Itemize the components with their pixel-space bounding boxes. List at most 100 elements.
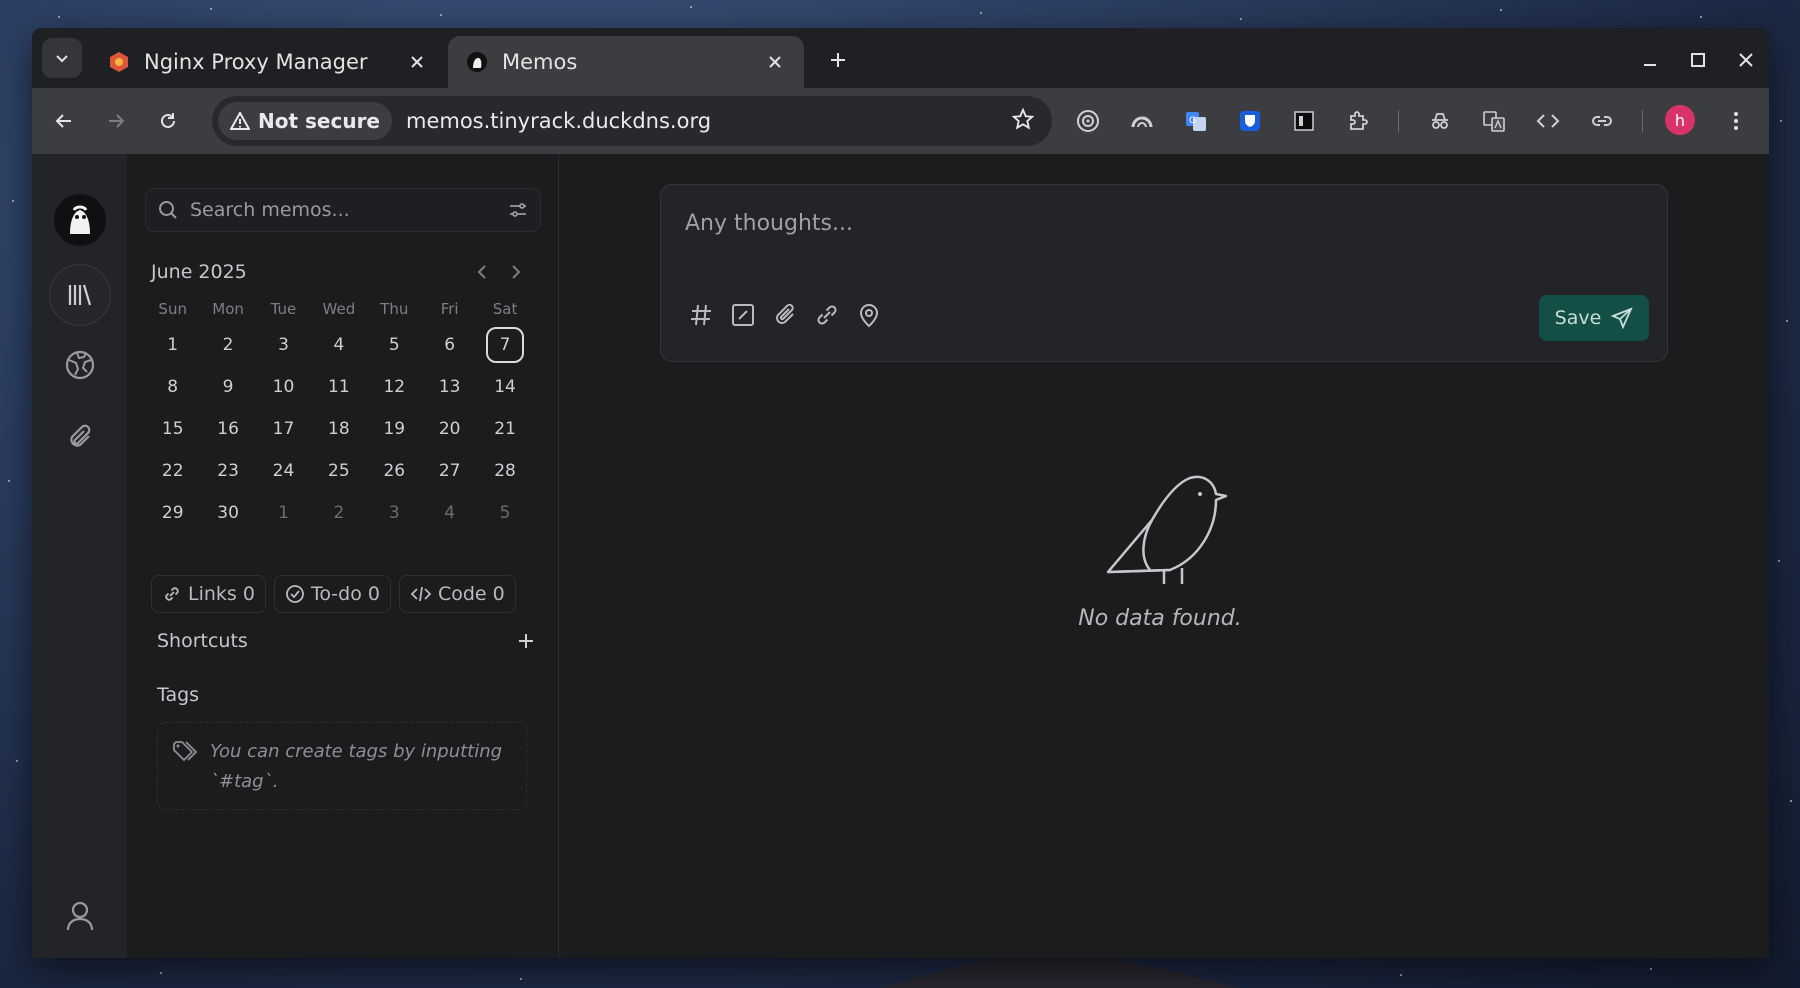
filter-settings-icon[interactable] — [508, 200, 528, 220]
save-button[interactable]: Save — [1539, 295, 1649, 341]
close-tab-icon[interactable] — [764, 51, 786, 73]
extension-arc-icon[interactable] — [1124, 103, 1160, 139]
user-menu-button[interactable] — [58, 894, 102, 938]
calendar-day[interactable]: 28 — [477, 450, 532, 492]
back-button[interactable] — [44, 101, 84, 141]
tags-empty-text: You can create tags by inputting `#tag`. — [210, 741, 503, 792]
bird-illustration-icon — [1106, 475, 1228, 584]
tags-title: Tags — [157, 684, 200, 706]
prev-month-button[interactable] — [465, 258, 499, 286]
calendar-week: 8 9 10 11 12 13 14 — [145, 366, 533, 408]
profile-avatar[interactable]: h — [1665, 105, 1695, 135]
memo-input[interactable] — [685, 211, 1635, 271]
nginx-proxy-manager-icon — [108, 51, 130, 73]
incognito-icon[interactable] — [1422, 103, 1458, 139]
code-view-icon[interactable] — [1530, 103, 1566, 139]
weekday-label: Mon — [212, 300, 244, 318]
link-icon[interactable] — [1584, 103, 1620, 139]
tab-search-button[interactable] — [42, 38, 82, 78]
todo-stat-button[interactable]: To-do 0 — [273, 575, 391, 613]
calendar-day[interactable]: 15 — [145, 408, 200, 450]
calendar-week: 29 30 1 2 3 4 5 — [145, 492, 533, 534]
extension-panel-icon[interactable] — [1286, 103, 1322, 139]
close-tab-icon[interactable] — [406, 51, 428, 73]
extension-target-icon[interactable] — [1070, 103, 1106, 139]
tag-insert-button[interactable] — [685, 299, 717, 331]
calendar-day[interactable]: 3 — [256, 324, 311, 366]
attach-file-button[interactable] — [769, 299, 801, 331]
browser-menu-icon[interactable] — [1718, 103, 1754, 139]
maximize-icon — [1691, 53, 1705, 67]
translate-page-icon[interactable] — [1476, 103, 1512, 139]
nav-explore-button[interactable] — [49, 334, 111, 396]
memos-logo[interactable] — [54, 194, 106, 246]
plus-icon — [831, 53, 845, 67]
tab-strip: Nginx Proxy Manager Memos — [32, 28, 1769, 88]
forward-button[interactable] — [96, 101, 136, 141]
links-stat-button[interactable]: Links 0 — [151, 575, 266, 613]
tab-nginx-proxy-manager[interactable]: Nginx Proxy Manager — [90, 36, 446, 88]
calendar-day[interactable]: 4 — [311, 324, 366, 366]
search-input[interactable] — [190, 199, 508, 221]
calendar-day[interactable]: 14 — [477, 366, 532, 408]
calendar-day[interactable]: 16 — [200, 408, 255, 450]
close-window-button[interactable] — [1728, 42, 1764, 78]
todo-insert-button[interactable] — [727, 299, 759, 331]
calendar-day[interactable]: 26 — [367, 450, 422, 492]
search-box — [145, 188, 541, 232]
reload-button[interactable] — [148, 101, 188, 141]
bookmark-star-icon[interactable] — [1011, 107, 1035, 134]
extensions-puzzle-icon[interactable] — [1340, 103, 1376, 139]
calendar-day[interactable]: 5 — [367, 324, 422, 366]
memos-sidebar: June 2025 Sun Mon Tue Wed Thu Fri Sat — [127, 154, 559, 958]
calendar-day[interactable]: 27 — [422, 450, 477, 492]
calendar-day[interactable]: 12 — [367, 366, 422, 408]
memo-editor: Save — [660, 184, 1668, 362]
google-translate-icon[interactable]: G — [1178, 103, 1214, 139]
calendar-day[interactable]: 22 — [145, 450, 200, 492]
new-tab-button[interactable] — [822, 44, 854, 76]
close-icon — [1739, 53, 1753, 67]
calendar-day[interactable]: 6 — [422, 324, 477, 366]
code-stat-button[interactable]: Code 0 — [398, 575, 516, 613]
browser-window: Nginx Proxy Manager Memos Not secure mem… — [32, 28, 1769, 958]
calendar-day[interactable]: 30 — [200, 492, 255, 534]
maximize-button[interactable] — [1680, 42, 1716, 78]
calendar-day-today[interactable]: 7 — [477, 324, 532, 366]
address-bar[interactable]: Not secure memos.tinyrack.duckdns.org — [212, 96, 1052, 146]
minimize-button[interactable] — [1632, 42, 1668, 78]
url-text: memos.tinyrack.duckdns.org — [406, 109, 712, 133]
calendar-day[interactable]: 18 — [311, 408, 366, 450]
calendar-day[interactable]: 13 — [422, 366, 477, 408]
svg-text:G: G — [1189, 116, 1196, 126]
calendar-day[interactable]: 11 — [311, 366, 366, 408]
location-button[interactable] — [853, 299, 885, 331]
paperclip-icon — [776, 303, 794, 324]
bitwarden-icon[interactable] — [1232, 103, 1268, 139]
calendar-day[interactable]: 17 — [256, 408, 311, 450]
calendar-week: 15 16 17 18 19 20 21 — [145, 408, 533, 450]
links-stat-label: Links 0 — [188, 583, 255, 605]
calendar-day[interactable]: 19 — [367, 408, 422, 450]
link-memo-button[interactable] — [811, 299, 843, 331]
calendar-day[interactable]: 1 — [145, 324, 200, 366]
calendar-day[interactable]: 8 — [145, 366, 200, 408]
calendar-day[interactable]: 25 — [311, 450, 366, 492]
tags-icon — [173, 741, 198, 762]
add-shortcut-button[interactable] — [513, 628, 539, 654]
calendar-day[interactable]: 9 — [200, 366, 255, 408]
calendar-day[interactable]: 2 — [200, 324, 255, 366]
calendar-day[interactable]: 10 — [256, 366, 311, 408]
calendar-day[interactable]: 29 — [145, 492, 200, 534]
nav-home-button[interactable] — [49, 264, 111, 326]
calendar-day[interactable]: 24 — [256, 450, 311, 492]
browser-toolbar: Not secure memos.tinyrack.duckdns.org G — [32, 88, 1769, 154]
calendar-day[interactable]: 23 — [200, 450, 255, 492]
next-month-button[interactable] — [499, 258, 533, 286]
nav-attachments-button[interactable] — [49, 406, 111, 468]
save-button-label: Save — [1554, 307, 1602, 329]
security-indicator[interactable]: Not secure — [218, 102, 392, 140]
calendar-day[interactable]: 21 — [477, 408, 532, 450]
calendar-day[interactable]: 20 — [422, 408, 477, 450]
tab-memos[interactable]: Memos — [448, 36, 804, 88]
